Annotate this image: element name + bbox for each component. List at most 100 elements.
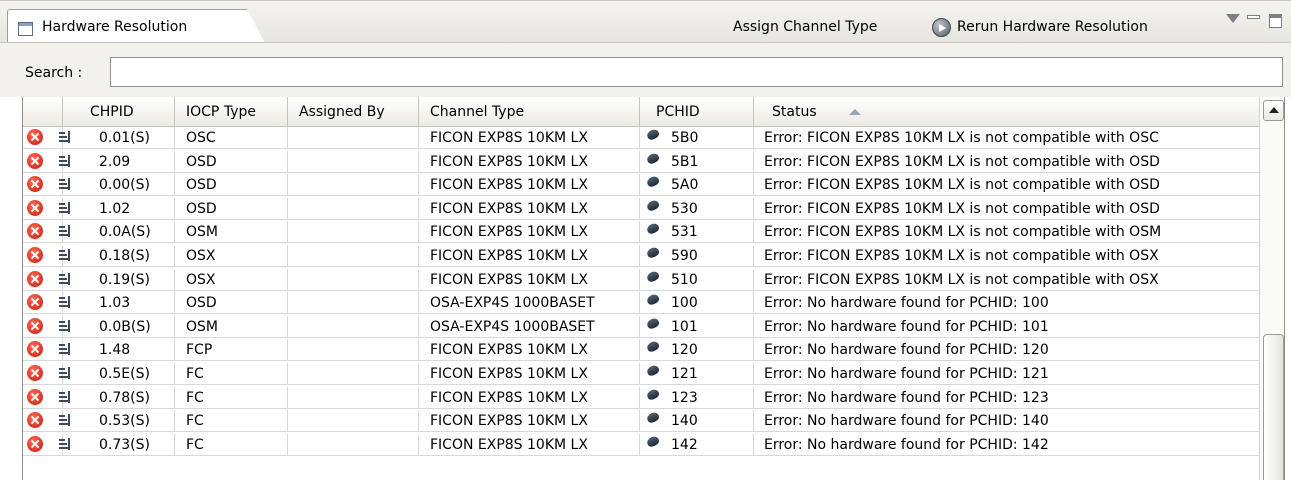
minimize-icon[interactable] [1247,15,1260,19]
assigned-by-cell [288,127,419,149]
table-row[interactable]: 0.01(S) OSC FICON EXP8S 10KM LX 5B0 Error: F… [23,127,1259,149]
pchid-cell-text: 510 [671,271,698,288]
status-cell: Error: No hardware found for PCHID: 101 [754,316,1259,338]
table-row[interactable]: 0.5E(S) FC FICON EXP8S 10KM LX 121 Error: No… [23,363,1259,385]
pchid-cell-text: 121 [671,366,698,382]
chpid-cell: 1.02 [59,197,175,220]
channel-type-cell: FICON EXP8S 10KM LX [419,410,640,433]
iocp-type-cell: FC [175,363,288,385]
table-row[interactable]: 1.03 OSD OSA-EXP4S 1000BASET 100 Error: No h… [23,292,1259,315]
assign-channel-type-button[interactable]: Assign Channel Type [733,19,877,35]
maximize-icon[interactable] [1269,14,1282,28]
channel-type-cell: OSA-EXP4S 1000BASET [419,315,640,338]
table-row[interactable]: 1.48 FCP FICON EXP8S 10KM LX 120 Error: No h… [23,339,1259,362]
pchid-cell: 5A0 [640,174,754,197]
status-icons-cell [23,221,63,244]
error-icon [27,317,43,334]
chpid-cell-text: 0.5E(S) [99,366,150,382]
status-icons-cell [23,245,63,267]
rerun-hardware-resolution-button[interactable]: Rerun Hardware Resolution [957,19,1148,35]
iocp-type-cell: OSD [175,150,288,173]
assigned-by-cell [288,174,419,197]
channel-type-cell-text: FICON EXP8S 10KM LX [430,436,588,453]
table-row[interactable]: 0.00(S) OSD FICON EXP8S 10KM LX 5A0 Error: F… [23,174,1259,197]
status-cell-text: Error: FICON EXP8S 10KM LX is not compat… [764,177,1160,194]
column-header-icon[interactable] [23,97,63,127]
status-icons-cell [23,433,63,456]
table-row[interactable]: 0.73(S) FC FICON EXP8S 10KM LX 142 Error: No… [23,433,1259,456]
status-cell: Error: No hardware found for PCHID: 121 [754,363,1259,385]
status-cell: Error: No hardware found for PCHID: 140 [754,410,1259,432]
status-cell: Error: FICON EXP8S 10KM LX is not compat… [754,198,1259,220]
status-icons-cell [23,386,63,409]
vertical-scrollbar[interactable] [1259,97,1284,480]
scroll-up-arrow-icon[interactable] [1263,100,1284,121]
status-cell-text: Error: No hardware found for PCHID: 120 [764,342,1049,359]
run-icon[interactable] [932,18,951,37]
channel-type-cell-text: FICON EXP8S 10KM LX [430,130,588,146]
pchid-cell: 123 [640,386,754,409]
iocp-type-cell: OSD [175,174,288,197]
pchid-cell-text: 140 [671,413,698,430]
view-icon [18,22,33,36]
pchid-cell: 101 [640,315,754,338]
column-header-assigned-by[interactable]: Assigned By [288,97,419,127]
pchid-cell-text: 5B0 [671,130,699,146]
column-header-channel-type[interactable]: Channel Type [419,97,640,127]
iocp-type-cell: FCP [175,339,288,362]
iocp-type-cell: OSX [175,245,288,267]
table-row[interactable]: 0.0B(S) OSM OSA-EXP4S 1000BASET 101 Error: N… [23,315,1259,338]
channel-type-cell: FICON EXP8S 10KM LX [419,433,640,456]
column-header-chpid[interactable]: CHPID [63,97,175,127]
pchid-port-icon [645,269,661,283]
chpid-cell: 0.0B(S) [59,315,175,338]
pchid-cell-text: 142 [671,436,698,453]
pchid-port-icon [645,198,661,212]
pchid-port-icon [645,411,661,425]
pchid-cell: 510 [640,268,754,291]
iocp-type-cell: OSM [175,221,288,244]
table-row[interactable]: 0.18(S) OSX FICON EXP8S 10KM LX 590 Error: F… [23,245,1259,267]
pchid-cell: 530 [640,197,754,220]
status-cell-text: Error: No hardware found for PCHID: 121 [764,366,1049,382]
assigned-by-cell [288,410,419,433]
iocp-type-cell-text: OSD [186,295,217,312]
chpid-cell-text: 0.19(S) [99,271,150,288]
column-header-status[interactable]: Status [754,97,1259,127]
search-input[interactable] [110,57,1283,87]
table-row[interactable]: 1.02 OSD FICON EXP8S 10KM LX 530 Error: FICO… [23,197,1259,220]
error-icon [27,412,43,429]
column-header-pchid[interactable]: PCHID [640,97,754,127]
column-header-iocp-type[interactable]: IOCP Type [175,97,288,127]
table-row[interactable]: 0.53(S) FC FICON EXP8S 10KM LX 140 Error: No… [23,410,1259,433]
iocp-type-cell-text: FC [186,389,204,406]
iocp-type-cell: FC [175,386,288,409]
table-row[interactable]: 2.09 OSD FICON EXP8S 10KM LX 5B1 Error: FICO… [23,150,1259,173]
error-icon [27,129,43,145]
channel-path-icon [59,131,72,143]
status-cell: Error: FICON EXP8S 10KM LX is not compat… [754,151,1259,173]
column-header-status-label: Status [772,104,817,120]
channel-type-cell-text: FICON EXP8S 10KM LX [430,342,588,359]
iocp-type-cell-text: OSD [186,200,217,217]
view-menu-icon[interactable] [1226,14,1240,23]
column-header-pchid-label: PCHID [656,104,700,120]
status-icons-cell [23,363,63,385]
table-row[interactable]: 0.78(S) FC FICON EXP8S 10KM LX 123 Error: No… [23,386,1259,409]
assigned-by-cell [288,363,419,385]
error-icon [27,152,43,169]
iocp-type-cell-text: OSC [186,130,216,146]
pchid-port-icon [645,316,661,330]
status-cell: Error: FICON EXP8S 10KM LX is not compat… [754,245,1259,267]
pchid-cell-text: 120 [671,342,698,359]
search-label: Search : [25,65,83,81]
assigned-by-cell [288,268,419,291]
iocp-type-cell-text: FC [186,366,204,382]
status-cell: Error: No hardware found for PCHID: 100 [754,292,1259,314]
table-row[interactable]: 0.19(S) OSX FICON EXP8S 10KM LX 510 Error: F… [23,268,1259,291]
channel-path-icon [59,343,72,356]
hardware-resolution-view: Hardware Resolution Assign Channel Type … [0,0,1291,480]
table-row[interactable]: 0.0A(S) OSM FICON EXP8S 10KM LX 531 Error: F… [23,221,1259,244]
channel-type-cell: FICON EXP8S 10KM LX [419,245,640,267]
scrollbar-thumb[interactable] [1263,334,1284,480]
